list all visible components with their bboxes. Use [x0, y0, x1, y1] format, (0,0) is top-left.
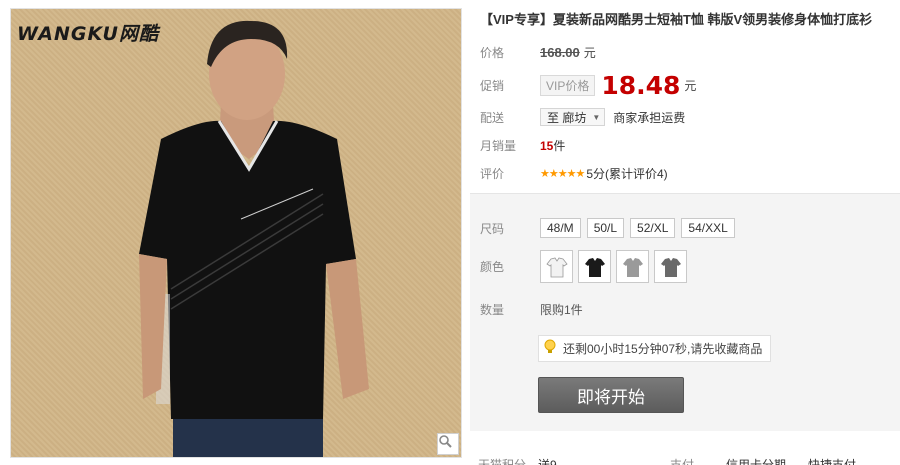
countdown-text: 还剩00小时15分钟07秒,请先收藏商品: [563, 342, 763, 356]
sales-count: 15: [540, 138, 554, 153]
color-option-grey[interactable]: [616, 250, 649, 283]
quantity-row: 数量 限购1件: [480, 301, 583, 318]
points-label: 天猫积分: [478, 458, 527, 465]
sale-price-unit: 元: [684, 79, 697, 93]
color-option-white[interactable]: [540, 250, 573, 283]
rating-summary-link[interactable]: 5分(累计评价4): [586, 165, 667, 182]
color-row: 颜色: [480, 250, 692, 283]
rating-row: 评价 ★★★★★ 5分(累计评价4): [480, 165, 668, 182]
size-option-54-xxl[interactable]: 54/XXL: [681, 218, 735, 238]
tshirt-white-icon: [545, 257, 568, 277]
points-value: 送9: [538, 458, 557, 465]
tshirt-model-illustration: [139, 20, 369, 457]
coming-soon-button[interactable]: 即将开始: [538, 377, 684, 413]
purchase-limit: 限购1件: [540, 303, 583, 317]
promo-row: 促销 VIP价格 18.48 元: [480, 71, 696, 100]
lightbulb-icon: [543, 339, 557, 358]
promo-label: 促销: [480, 79, 505, 93]
sales-label: 月销量: [480, 139, 517, 153]
sale-price: 18.48: [601, 71, 681, 100]
quantity-label: 数量: [480, 303, 505, 317]
tshirt-dark-grey-icon: [660, 257, 681, 277]
shipping-note: 商家承担运费: [613, 110, 686, 125]
color-label: 颜色: [480, 260, 505, 274]
sales-row: 月销量 15 件: [480, 137, 565, 154]
magnifier-icon[interactable]: [437, 433, 459, 455]
color-option-black[interactable]: [578, 250, 611, 283]
brand-logo: WANGKU网酷: [17, 23, 159, 45]
size-option-52-xl[interactable]: 52/XL: [630, 218, 676, 238]
fast-pay-link[interactable]: 快捷支付: [808, 456, 856, 465]
pay-label: 支付: [670, 458, 695, 465]
vip-price-tag: VIP价格: [540, 75, 596, 96]
shipping-destination: 至 廊坊: [547, 110, 587, 125]
bottom-info-strip: 天猫积分 送9 支付 信用卡分期 快捷支付: [470, 446, 900, 465]
rating-label: 评价: [480, 167, 505, 181]
original-price: 168.00: [540, 45, 580, 60]
price-unit: 元: [583, 46, 596, 60]
shipping-label: 配送: [480, 110, 505, 125]
credit-installment-link[interactable]: 信用卡分期: [726, 456, 786, 465]
rating-stars: ★★★★★: [540, 168, 585, 180]
sales-unit: 件: [553, 139, 566, 153]
caret-down-icon: ▼: [592, 112, 601, 122]
product-main-image[interactable]: WANGKU网酷: [10, 8, 462, 458]
size-option-48-m[interactable]: 48/M: [540, 218, 581, 238]
size-option-50-l[interactable]: 50/L: [586, 218, 625, 238]
price-row: 价格 168.00 元: [480, 44, 596, 61]
price-label: 价格: [480, 46, 505, 60]
size-label: 尺码: [480, 221, 505, 236]
tshirt-black-icon: [584, 257, 605, 277]
tshirt-grey-icon: [622, 257, 643, 277]
purchase-options: 尺码 48/M 50/L 52/XL 54/XXL 颜色 数量 限购1件 还剩0…: [470, 193, 900, 431]
shipping-row: 配送 至 廊坊 ▼ 商家承担运费: [480, 108, 685, 126]
product-title: 【VIP专享】夏装新品网酷男士短袖T恤 韩版V领男装修身体恤打底衫: [480, 12, 873, 27]
countdown-notice: 还剩00小时15分钟07秒,请先收藏商品: [538, 335, 772, 362]
size-row: 尺码 48/M 50/L 52/XL 54/XXL: [480, 218, 741, 238]
color-option-dark-grey[interactable]: [654, 250, 687, 283]
countdown-row: 还剩00小时15分钟07秒,请先收藏商品: [538, 335, 772, 362]
shipping-destination-select[interactable]: 至 廊坊 ▼: [540, 108, 606, 126]
